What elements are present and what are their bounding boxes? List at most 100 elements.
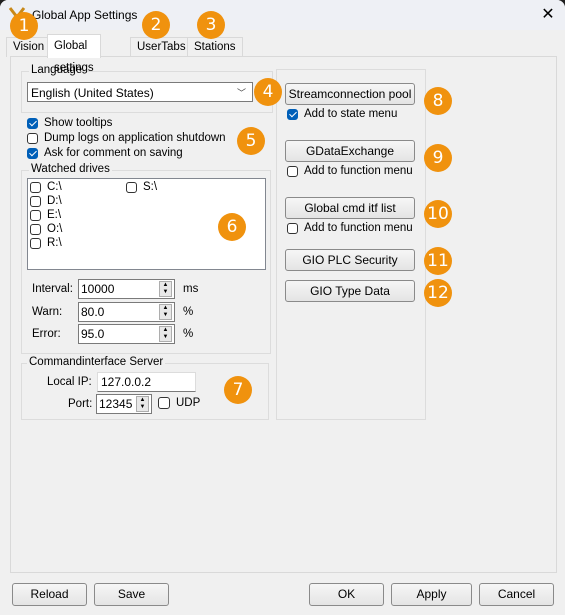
arrow-up-icon[interactable]: ▲ <box>160 282 171 289</box>
local-ip-input[interactable]: 127.0.0.2 <box>97 372 196 392</box>
port-value: 12345 <box>99 397 133 411</box>
tools-panel <box>276 69 426 420</box>
checkbox-unchecked-icon <box>126 181 137 193</box>
ask-comment-checkbox[interactable]: Ask for comment on saving <box>27 147 183 159</box>
gdataexchange-button[interactable]: GDataExchange <box>285 140 415 162</box>
interval-unit: ms <box>183 283 199 295</box>
drive-checkbox-o[interactable]: O:\ <box>30 223 62 235</box>
arrow-down-icon[interactable]: ▼ <box>160 289 171 296</box>
checkbox-checked-icon <box>27 117 38 129</box>
ask-comment-label: Ask for comment on saving <box>44 147 183 159</box>
drive-label: O:\ <box>47 223 63 235</box>
annotation-badge: 5 <box>237 127 265 155</box>
close-icon[interactable]: ✕ <box>536 4 560 26</box>
port-label: Port: <box>68 398 93 410</box>
add-to-function-menu-label: Add to function menu <box>304 165 413 177</box>
checkbox-checked-icon <box>287 108 298 120</box>
checkbox-unchecked-icon <box>30 181 41 193</box>
arrow-down-icon[interactable]: ▼ <box>137 404 148 411</box>
language-dropdown[interactable]: English (United States) ﹀ <box>27 82 253 102</box>
arrow-up-icon[interactable]: ▲ <box>160 327 171 334</box>
tab-stations[interactable]: Stations <box>187 37 243 57</box>
settings-window: Global App Settings ✕ Vision Global sett… <box>0 0 565 615</box>
drive-checkbox-r[interactable]: R:\ <box>30 237 62 249</box>
gdata-add-to-function-menu-checkbox[interactable]: Add to function menu <box>287 165 413 177</box>
show-tooltips-label: Show tooltips <box>44 117 113 129</box>
drive-label: E:\ <box>47 209 62 221</box>
checkbox-unchecked-icon <box>287 165 298 177</box>
warn-label: Warn: <box>32 306 63 318</box>
checkbox-unchecked-icon <box>27 132 38 144</box>
spinner-arrows[interactable]: ▲ ▼ <box>159 304 172 320</box>
warn-unit: % <box>183 306 194 318</box>
interval-value: 10000 <box>81 282 115 296</box>
reload-button[interactable]: Reload <box>12 583 87 606</box>
tab-usertabs[interactable]: UserTabs <box>130 37 193 57</box>
drive-label: D:\ <box>47 195 62 207</box>
title-bar: Global App Settings ✕ <box>0 0 565 30</box>
checkbox-unchecked-icon <box>158 397 170 409</box>
warn-spinner[interactable]: 80.0 ▲ ▼ <box>78 302 175 322</box>
global-cmd-itf-list-button[interactable]: Global cmd itf list <box>285 197 415 219</box>
annotation-badge: 3 <box>197 11 225 39</box>
error-spinner[interactable]: 95.0 ▲ ▼ <box>78 324 175 344</box>
drive-label: C:\ <box>47 181 62 193</box>
dump-logs-checkbox[interactable]: Dump logs on application shutdown <box>27 132 226 144</box>
annotation-badge: 12 <box>424 279 452 307</box>
ok-button[interactable]: OK <box>309 583 384 606</box>
drive-checkbox-e[interactable]: E:\ <box>30 209 61 221</box>
checkbox-unchecked-icon <box>30 209 41 221</box>
checkbox-unchecked-icon <box>30 237 41 249</box>
add-to-state-menu-checkbox[interactable]: Add to state menu <box>287 108 397 120</box>
cmd-server-label: Commandinterface Server <box>27 356 166 368</box>
show-tooltips-checkbox[interactable]: Show tooltips <box>27 117 112 129</box>
drive-checkbox-d[interactable]: D:\ <box>30 195 62 207</box>
spinner-arrows[interactable]: ▲ ▼ <box>159 281 172 297</box>
local-ip-label: Local IP: <box>47 376 92 388</box>
drive-checkbox-s[interactable]: S:\ <box>126 181 157 193</box>
interval-label: Interval: <box>32 283 73 295</box>
local-ip-value: 127.0.0.2 <box>101 375 152 389</box>
window-title: Global App Settings <box>32 8 138 22</box>
interval-spinner[interactable]: 10000 ▲ ▼ <box>78 279 175 299</box>
annotation-badge: 2 <box>142 11 170 39</box>
warn-value: 80.0 <box>81 305 105 319</box>
drive-checkbox-c[interactable]: C:\ <box>30 181 62 193</box>
cancel-button[interactable]: Cancel <box>479 583 554 606</box>
arrow-up-icon[interactable]: ▲ <box>137 397 148 404</box>
checkbox-unchecked-icon <box>30 195 41 207</box>
annotation-badge: 6 <box>218 213 246 241</box>
spinner-arrows[interactable]: ▲ ▼ <box>136 396 149 412</box>
udp-label: UDP <box>176 397 201 409</box>
apply-button[interactable]: Apply <box>391 583 472 606</box>
annotation-badge: 1 <box>10 12 38 40</box>
error-unit: % <box>183 328 194 340</box>
error-value: 95.0 <box>81 327 105 341</box>
gio-type-data-button[interactable]: GIO Type Data <box>285 280 415 302</box>
spinner-arrows[interactable]: ▲ ▼ <box>159 326 172 342</box>
chevron-down-icon: ﹀ <box>236 88 246 98</box>
streamconnection-pool-button[interactable]: Streamconnection pool <box>285 83 415 105</box>
arrow-down-icon[interactable]: ▼ <box>160 334 171 341</box>
checkbox-unchecked-icon <box>30 223 41 235</box>
annotation-badge: 11 <box>424 247 452 275</box>
gio-plc-security-button[interactable]: GIO PLC Security <box>285 249 415 271</box>
arrow-down-icon[interactable]: ▼ <box>160 312 171 319</box>
tab-vision[interactable]: Vision <box>6 37 52 57</box>
annotation-badge: 8 <box>424 87 452 115</box>
annotation-badge: 10 <box>424 200 452 228</box>
save-button[interactable]: Save <box>94 583 169 606</box>
annotation-badge: 4 <box>254 78 282 106</box>
arrow-up-icon[interactable]: ▲ <box>160 305 171 312</box>
annotation-badge: 7 <box>224 376 252 404</box>
cmd-itf-add-to-function-menu-checkbox[interactable]: Add to function menu <box>287 222 413 234</box>
drive-label: R:\ <box>47 237 62 249</box>
tab-global-settings[interactable]: Global settings <box>47 34 101 74</box>
error-label: Error: <box>32 328 61 340</box>
add-to-state-menu-label: Add to state menu <box>304 108 398 120</box>
checkbox-checked-icon <box>27 147 38 159</box>
add-to-function-menu-label: Add to function menu <box>304 222 413 234</box>
port-spinner[interactable]: 12345 ▲ ▼ <box>96 394 152 414</box>
annotation-badge: 9 <box>424 144 452 172</box>
udp-checkbox[interactable]: UDP <box>158 397 200 409</box>
